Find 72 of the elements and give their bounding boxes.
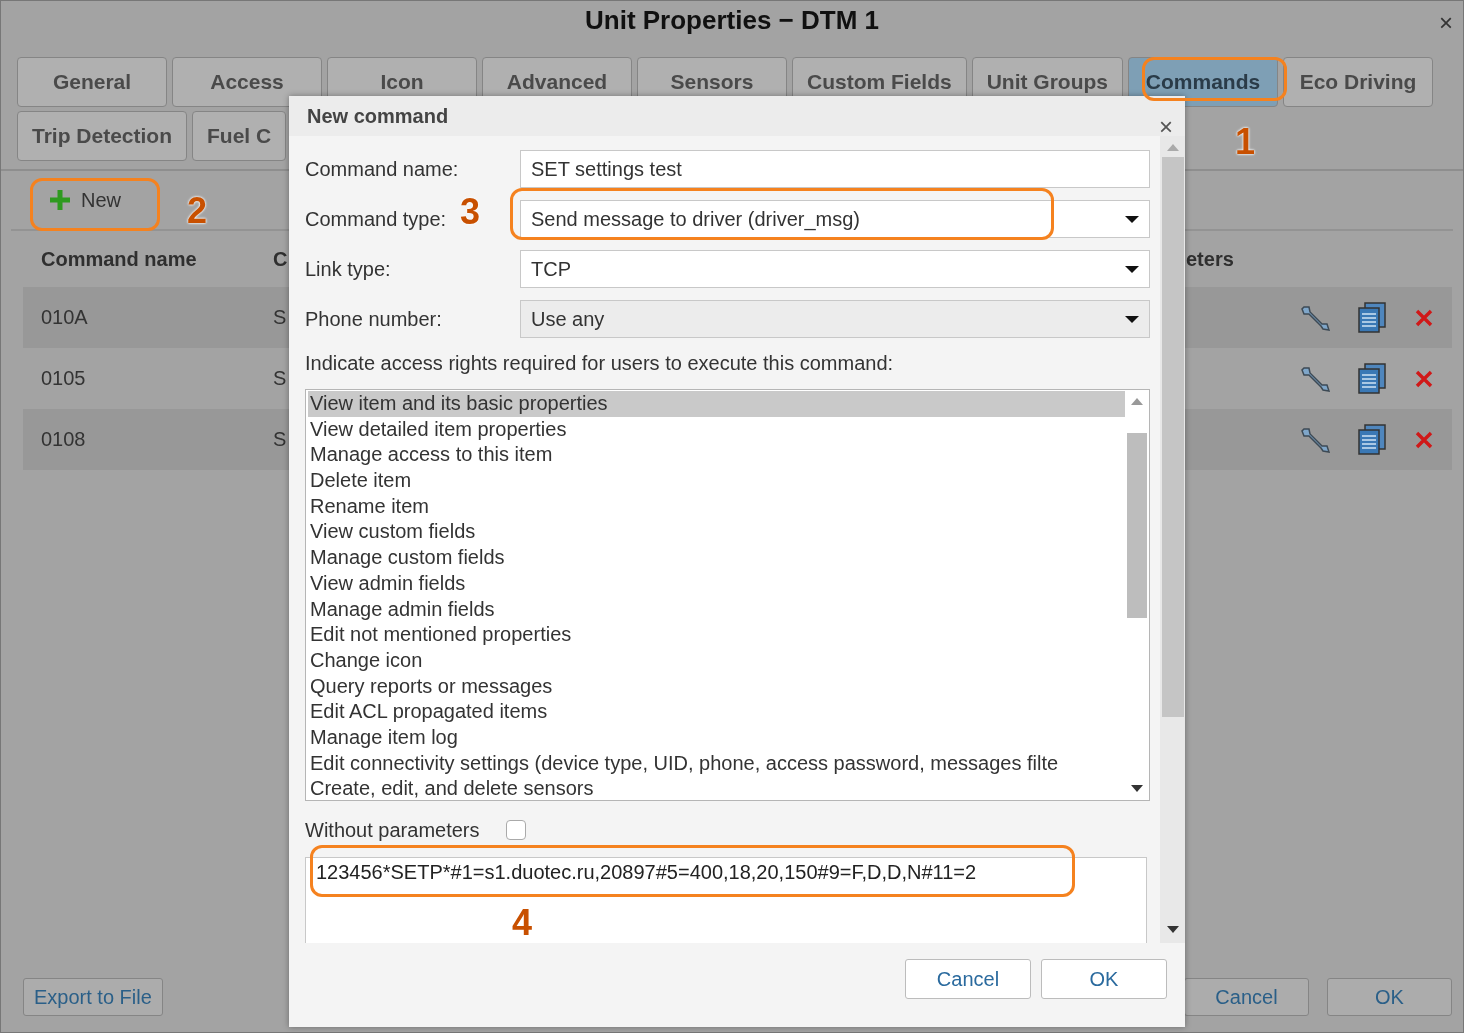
list-item[interactable]: Edit connectivity settings (device type, UID, phone, access password, messages filte bbox=[308, 750, 1125, 777]
close-button[interactable]: × bbox=[1159, 115, 1173, 139]
list-item[interactable]: Delete item bbox=[308, 468, 1125, 494]
column-header: Command name bbox=[41, 247, 197, 271]
close-button[interactable]: × bbox=[1439, 9, 1453, 37]
caret-icon bbox=[1125, 215, 1139, 223]
ok-button[interactable]: OK bbox=[1041, 959, 1167, 999]
scrollbar-thumb[interactable] bbox=[1127, 432, 1147, 618]
list-item[interactable]: View detailed item properties bbox=[308, 416, 1125, 443]
dialog-title: New command bbox=[307, 104, 449, 128]
tab[interactable]: Trip Detection bbox=[17, 111, 188, 161]
list-item[interactable]: Edit ACL propagated items bbox=[308, 699, 1125, 725]
tab[interactable]: Access bbox=[172, 57, 322, 107]
tab[interactable]: Eco Driving bbox=[1283, 57, 1433, 107]
window-title: Unit Properties − DTM 1 bbox=[585, 4, 879, 36]
column-header: eters bbox=[1186, 247, 1234, 271]
copy-icon[interactable] bbox=[1356, 423, 1388, 456]
annotation-number: 1 bbox=[1235, 124, 1256, 160]
delete-icon[interactable] bbox=[1414, 307, 1434, 328]
list-item[interactable]: Manage item log bbox=[308, 724, 1125, 751]
rights-listbox[interactable] bbox=[305, 389, 1150, 801]
caret-icon bbox=[1125, 265, 1139, 273]
list-item[interactable]: Rename item bbox=[308, 493, 1125, 520]
table-cell: 010A bbox=[41, 306, 88, 329]
table-cell: S bbox=[273, 306, 287, 329]
scroll-up-icon[interactable] bbox=[1166, 144, 1179, 151]
table-cell: S bbox=[273, 367, 287, 390]
list-item[interactable]: Edit not mentioned properties bbox=[308, 622, 1125, 648]
dropdown[interactable]: TCP bbox=[520, 250, 1150, 288]
field-label: Link type: bbox=[305, 257, 391, 281]
list-item[interactable]: Query reports or messages bbox=[308, 673, 1125, 700]
checkbox-label: Without parameters bbox=[305, 818, 480, 842]
table-cell: S bbox=[273, 428, 287, 451]
wrench-icon[interactable] bbox=[1300, 364, 1330, 393]
instruction-text: Indicate access rights required for users to execute this command: bbox=[305, 352, 895, 375]
plus-icon bbox=[49, 189, 71, 211]
annotation-number: 4 bbox=[512, 905, 533, 941]
annotation-number: 3 bbox=[460, 194, 481, 230]
list-item[interactable]: Change icon bbox=[308, 647, 1125, 674]
scroll-down-icon[interactable] bbox=[1131, 785, 1143, 792]
list-item[interactable]: Manage admin fields bbox=[308, 596, 1125, 623]
dropdown[interactable]: Send message to driver (driver_msg) bbox=[520, 200, 1150, 238]
field-label: Phone number: bbox=[305, 307, 442, 331]
list-item[interactable]: Manage access to this item bbox=[308, 442, 1125, 469]
annotation-number: 2 bbox=[187, 193, 208, 229]
field-label: Command type: bbox=[305, 207, 447, 231]
table-cell: 0105 bbox=[41, 367, 86, 390]
list-item[interactable]: Create, edit, and delete sensors bbox=[308, 776, 1125, 800]
new-button[interactable]: New bbox=[49, 188, 121, 212]
field-label: Command name: bbox=[305, 157, 459, 181]
list-item[interactable]: View item and its basic properties bbox=[308, 391, 1125, 417]
wrench-icon[interactable] bbox=[1300, 303, 1330, 332]
scroll-down-icon[interactable] bbox=[1166, 926, 1179, 933]
caret-icon bbox=[1125, 315, 1139, 323]
table-cell: 0108 bbox=[41, 428, 86, 451]
column-header: C bbox=[273, 247, 288, 271]
copy-icon[interactable] bbox=[1356, 362, 1388, 395]
list-item[interactable]: Manage custom fields bbox=[308, 545, 1125, 571]
wrench-icon[interactable] bbox=[1300, 425, 1330, 454]
input-field[interactable]: SET settings test bbox=[520, 150, 1150, 188]
list-item[interactable]: View custom fields bbox=[308, 519, 1125, 546]
tab[interactable]: General bbox=[17, 57, 167, 107]
tab[interactable]: Fuel C bbox=[192, 111, 287, 161]
scrollbar[interactable] bbox=[1160, 136, 1185, 943]
delete-icon[interactable] bbox=[1414, 429, 1434, 450]
checkbox[interactable] bbox=[505, 820, 526, 840]
copy-icon[interactable] bbox=[1356, 301, 1388, 334]
scroll-up-icon[interactable] bbox=[1131, 398, 1143, 405]
scrollbar-thumb[interactable] bbox=[1161, 157, 1184, 717]
list-item[interactable]: View admin fields bbox=[308, 570, 1125, 597]
cancel-button[interactable]: Cancel bbox=[905, 959, 1031, 999]
delete-icon[interactable] bbox=[1414, 368, 1434, 389]
